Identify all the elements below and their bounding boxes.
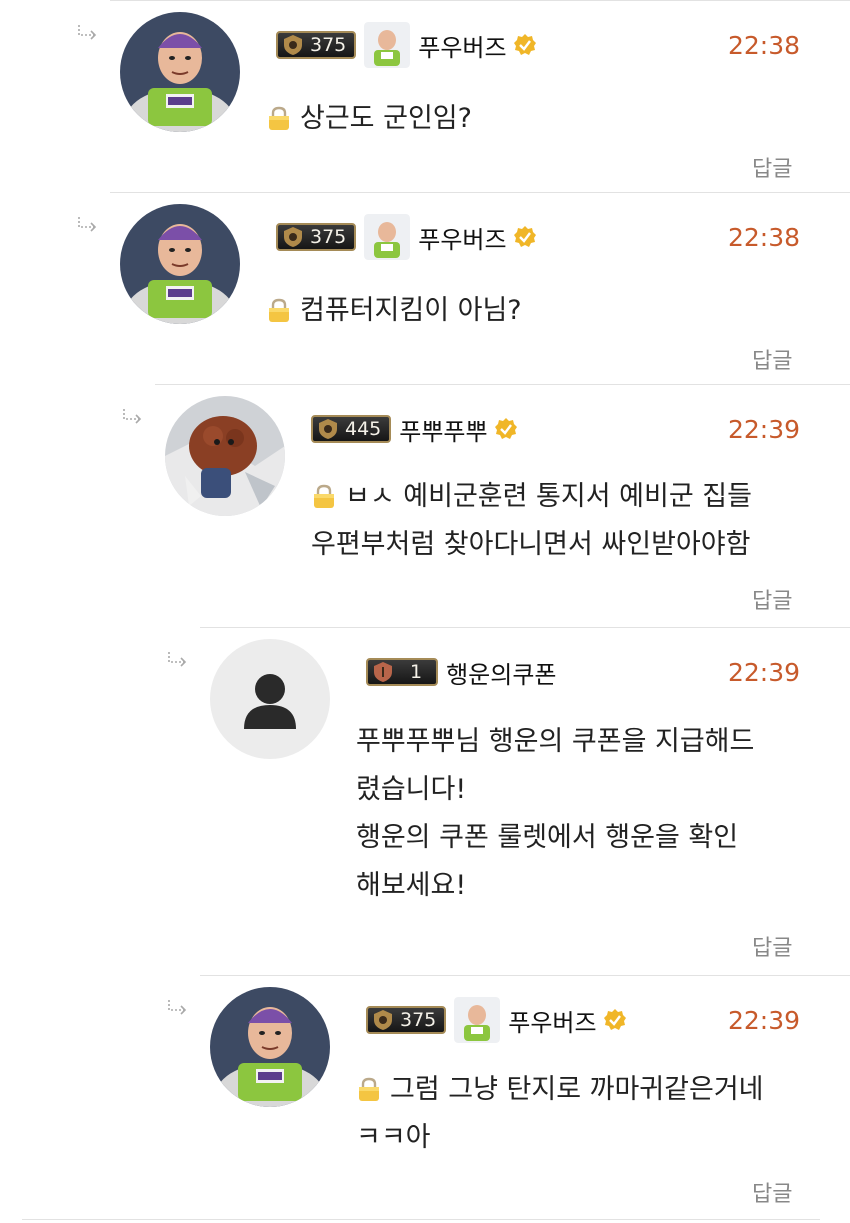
comment-body: 그럼 그냥 탄지로 까마귀같은거네 ㅋㅋ아: [356, 1066, 764, 1162]
comment-text-line: ㅋㅋ아: [356, 1122, 431, 1153]
comment-header: 375 푸우버즈: [366, 997, 627, 1043]
comment-text-line: 컴퓨터지킴이 아님?: [300, 295, 522, 326]
comment-header: 445 푸뿌푸뿌: [311, 409, 518, 449]
lock-icon: [269, 298, 289, 322]
list-bottom-divider: [22, 1219, 820, 1220]
reply-indent-arrow-icon: [78, 25, 97, 40]
level-number: 375: [400, 1008, 437, 1031]
nickname[interactable]: 푸우버즈: [418, 28, 506, 63]
reply-indent-arrow-icon: [123, 409, 142, 424]
buzz-mini-icon: [364, 214, 411, 260]
comment-text-line: 그럼 그냥 탄지로 까마귀같은거네: [390, 1074, 764, 1105]
comment-item: 375 푸우버즈 22:38 상근도 군인임? 답글: [78, 0, 850, 193]
lock-icon: [314, 484, 334, 508]
comment-time: 22:39: [728, 658, 801, 687]
comment-time: 22:38: [728, 223, 801, 252]
level-badge: 1: [366, 658, 439, 686]
level-number: 1: [410, 660, 423, 683]
reply-button[interactable]: 답글: [752, 343, 792, 375]
comment-body: 컴퓨터지킴이 아님?: [266, 287, 522, 335]
level-badge: 375: [366, 1006, 447, 1034]
verified-badge-icon: [494, 418, 517, 439]
nickname[interactable]: 행운의쿠폰: [446, 655, 556, 690]
level-number: 375: [310, 225, 347, 248]
level-badge: 445: [311, 415, 392, 443]
verified-badge-icon: [513, 34, 536, 55]
comment-item: 375 푸우버즈 22:39 그럼 그냥 탄지로 까마귀같은거네 ㅋㅋ아 답글: [168, 975, 850, 1220]
reply-button[interactable]: 답글: [752, 151, 792, 183]
reply-indent-arrow-icon: [78, 217, 97, 232]
comment-text-line: 우편부처럼 찾아다니면서 싸인받아야함: [311, 529, 751, 560]
dog-photo-avatar-icon: [165, 396, 285, 516]
reply-button[interactable]: 답글: [752, 1176, 792, 1208]
comment-body: 푸뿌푸뿌님 행운의 쿠폰을 지급해드 렸습니다! 행운의 쿠폰 룰렛에서 행운을…: [356, 718, 754, 910]
comment-text-line: 상근도 군인임?: [300, 103, 472, 134]
user-avatar[interactable]: [165, 396, 285, 516]
comment-header: 375 푸우버즈: [276, 22, 537, 68]
verified-badge-icon: [603, 1009, 626, 1030]
shield-icon: [319, 419, 337, 439]
user-avatar[interactable]: [120, 204, 240, 324]
comment-item: 375 푸우버즈 22:38 컴퓨터지킴이 아님? 답글: [78, 192, 850, 385]
buzz-mini-icon: [364, 22, 411, 68]
buzz-avatar-icon: [210, 987, 330, 1107]
comment-time: 22:38: [728, 31, 801, 60]
nickname[interactable]: 푸우버즈: [418, 220, 506, 255]
user-avatar[interactable]: [210, 987, 330, 1107]
default-user-avatar-icon: [210, 639, 330, 759]
reply-indent-arrow-icon: [168, 1000, 187, 1015]
comment-body: 상근도 군인임?: [266, 95, 472, 143]
level-number: 445: [345, 417, 382, 440]
verified-badge-icon: [513, 226, 536, 247]
reply-button[interactable]: 답글: [752, 583, 792, 615]
nickname[interactable]: 푸우버즈: [508, 1003, 596, 1038]
shield-icon: [284, 227, 302, 247]
buzz-mini-icon: [454, 997, 501, 1043]
comment-body: ㅂㅅ 예비군훈련 통지서 예비군 집들 우편부처럼 찾아다니면서 싸인받아야함: [311, 473, 752, 569]
shield-icon: [284, 35, 302, 55]
nickname[interactable]: 푸뿌푸뿌: [399, 412, 487, 447]
shield-icon: [374, 1010, 392, 1030]
comment-header: 1 행운의쿠폰: [366, 652, 557, 692]
buzz-avatar-icon: [120, 204, 240, 324]
comment-text-line: 행운의 쿠폰 룰렛에서 행운을 확인: [356, 822, 739, 853]
shield-icon: [374, 662, 392, 682]
reply-button[interactable]: 답글: [752, 930, 792, 962]
comment-text-line: 해보세요!: [356, 870, 467, 901]
buzz-avatar-icon: [120, 12, 240, 132]
comment-header: 375 푸우버즈: [276, 214, 537, 260]
user-avatar[interactable]: [120, 12, 240, 132]
comment-text-line: 렸습니다!: [356, 774, 467, 805]
level-badge: 375: [276, 31, 357, 59]
comment-item: 445 푸뿌푸뿌 22:39 ㅂㅅ 예비군훈련 통지서 예비군 집들 우편부처럼…: [123, 384, 850, 628]
user-avatar[interactable]: [210, 639, 330, 759]
comment-text-line: ㅂㅅ 예비군훈련 통지서 예비군 집들: [345, 481, 752, 512]
lock-icon: [359, 1077, 379, 1101]
level-badge: 375: [276, 223, 357, 251]
reply-indent-arrow-icon: [168, 652, 187, 667]
level-number: 375: [310, 33, 347, 56]
comment-time: 22:39: [728, 1006, 801, 1035]
comment-time: 22:39: [728, 415, 801, 444]
comment-item: 1 행운의쿠폰 22:39 푸뿌푸뿌님 행운의 쿠폰을 지급해드 렸습니다! 행…: [168, 627, 850, 976]
comment-text-line: 푸뿌푸뿌님 행운의 쿠폰을 지급해드: [356, 726, 755, 757]
lock-icon: [269, 106, 289, 130]
